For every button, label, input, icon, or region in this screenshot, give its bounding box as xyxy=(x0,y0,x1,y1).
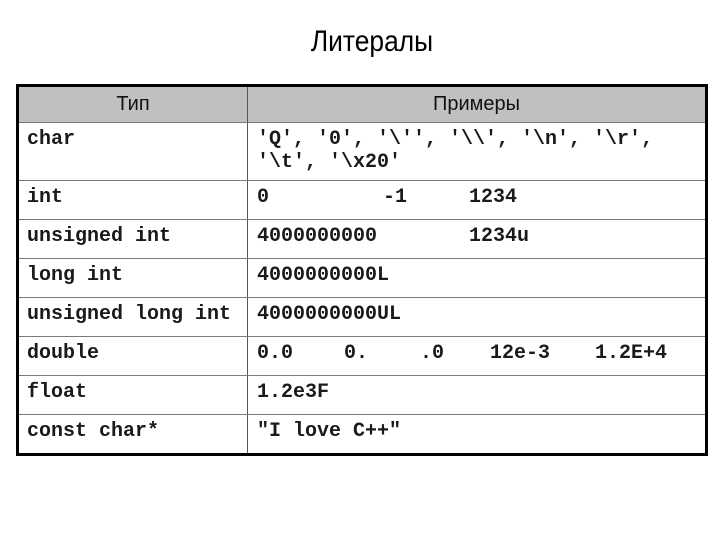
type-cell: double xyxy=(19,337,248,375)
type-label: double xyxy=(27,342,100,365)
example-item: 1.2E+4 xyxy=(595,342,668,365)
example-item: 1.2e3F xyxy=(257,381,330,404)
example-item: 4000000000UL xyxy=(257,303,402,326)
table-row: double 0.0 0. .0 12e-3 1.2E+4 xyxy=(19,337,705,376)
slide-title: Литералы xyxy=(310,25,434,58)
table-row: long int 4000000000L xyxy=(19,259,705,298)
type-cell: int xyxy=(19,181,248,219)
type-label: float xyxy=(27,381,88,404)
example-line: '\t', '\x20' xyxy=(257,151,402,174)
examples-cell: 1.2e3F xyxy=(248,376,705,414)
examples-cell: 4000000000L xyxy=(248,259,705,297)
type-label: long int xyxy=(27,264,124,287)
table-row: char 'Q', '0', '\'', '\\', '\n', '\r', '… xyxy=(19,123,705,181)
example-item: .0 xyxy=(420,342,445,365)
example-item: 0 xyxy=(257,186,270,209)
examples-cell: 'Q', '0', '\'', '\\', '\n', '\r', '\t', … xyxy=(248,123,705,180)
example-item: 4000000000L xyxy=(257,264,390,287)
type-cell: const char* xyxy=(19,415,248,453)
type-label: unsigned int xyxy=(27,225,172,248)
table-row: float 1.2e3F xyxy=(19,376,705,415)
example-item: 1234 xyxy=(469,186,518,209)
table-row: int 0 -1 1234 xyxy=(19,181,705,220)
example-item: 0. xyxy=(344,342,369,365)
type-label: int xyxy=(27,186,64,209)
example-item: 4000000000 xyxy=(257,225,378,248)
type-cell: char xyxy=(19,123,248,180)
type-label: const char* xyxy=(27,420,160,443)
example-item: -1 xyxy=(383,186,408,209)
type-label: unsigned long int xyxy=(27,303,232,326)
table-row: const char* "I love C++" xyxy=(19,415,705,453)
examples-cell: 0 -1 1234 xyxy=(248,181,705,219)
type-cell: float xyxy=(19,376,248,414)
examples-cell: 4000000000UL xyxy=(248,298,705,336)
literals-table: Тип Примеры char 'Q', '0', '\'', '\\', '… xyxy=(16,84,708,456)
table-header-row: Тип Примеры xyxy=(19,87,705,123)
header-type: Тип xyxy=(19,87,248,122)
example-item: 0.0 xyxy=(257,342,294,365)
type-cell: long int xyxy=(19,259,248,297)
header-examples: Примеры xyxy=(432,93,521,115)
table-row: unsigned long int 4000000000UL xyxy=(19,298,705,337)
examples-cell: 0.0 0. .0 12e-3 1.2E+4 xyxy=(248,337,705,375)
example-item: 12e-3 xyxy=(490,342,551,365)
type-cell: unsigned long int xyxy=(19,298,248,336)
example-item: 1234u xyxy=(469,225,530,248)
table-row: unsigned int 4000000000 1234u xyxy=(19,220,705,259)
examples-cell: 4000000000 1234u xyxy=(248,220,705,258)
example-item: "I love C++" xyxy=(257,420,402,443)
type-label: char xyxy=(27,128,76,151)
example-line: 'Q', '0', '\'', '\\', '\n', '\r', xyxy=(257,128,654,151)
examples-cell: "I love C++" xyxy=(248,415,705,453)
type-cell: unsigned int xyxy=(19,220,248,258)
